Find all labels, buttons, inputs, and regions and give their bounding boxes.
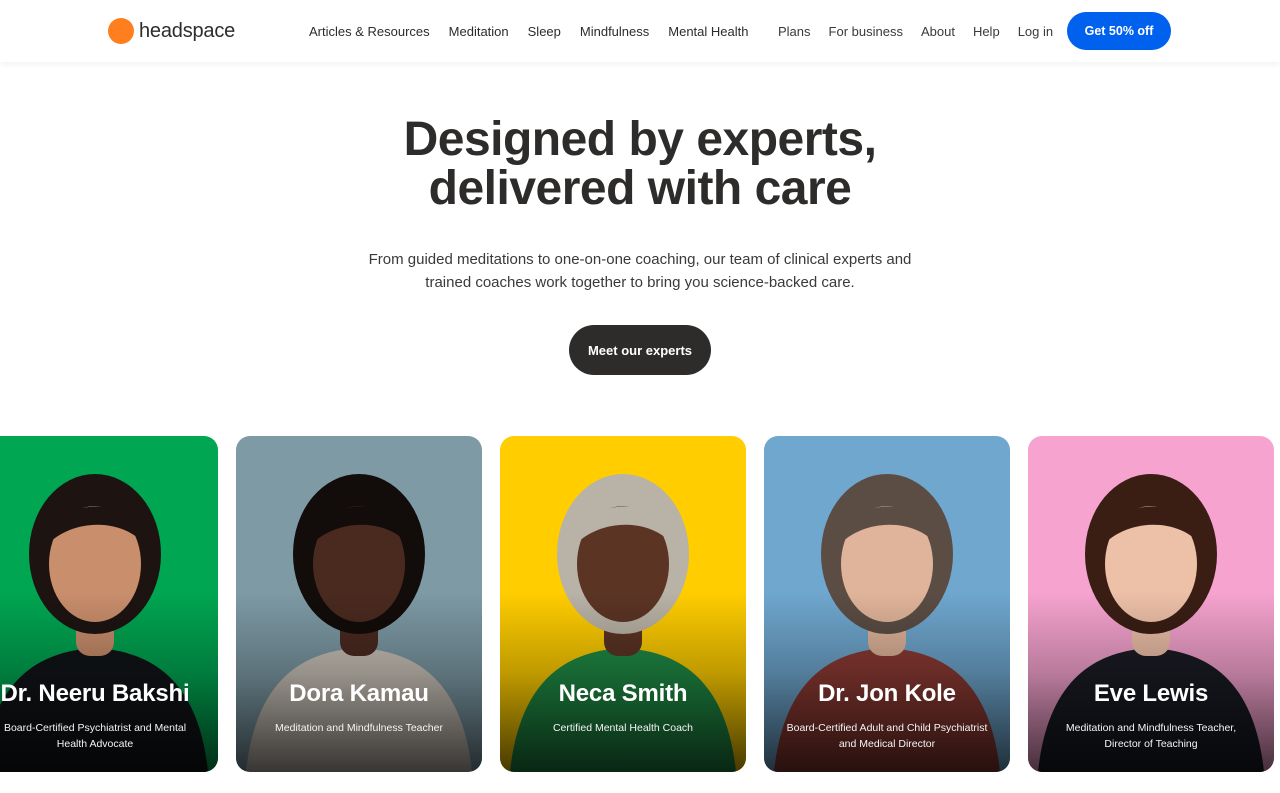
hero-subtitle-line: trained coaches work together to bring y… <box>425 274 855 291</box>
primary-nav: Articles & Resources Meditation Sleep Mi… <box>309 0 767 62</box>
headspace-logo[interactable]: headspace <box>108 18 235 44</box>
expert-card[interactable]: Neca Smith Certified Mental Health Coach <box>500 436 746 772</box>
nav-meditation[interactable]: Meditation <box>449 24 509 39</box>
expert-name: Dr. Neeru Bakshi <box>0 680 190 707</box>
hero-title-line: Designed by experts, <box>403 113 877 166</box>
logo-wordmark: headspace <box>139 19 236 42</box>
expert-name: Eve Lewis <box>1093 680 1209 707</box>
expert-name: Dora Kamau <box>289 680 429 707</box>
expert-role: Board-Certified Psychiatrist and Mental … <box>3 722 187 750</box>
expert-role: Certified Mental Health Coach <box>552 722 694 734</box>
expert-card[interactable]: Dr. Jon Kole Board-Certified Adult and C… <box>764 436 1010 772</box>
expert-card[interactable]: Eve Lewis Meditation and Mindfulness Tea… <box>1028 436 1274 772</box>
hero-title: Designed by experts, delivered with care <box>0 115 1280 213</box>
nav-articles-resources[interactable]: Articles & Resources <box>309 24 430 39</box>
expert-name: Neca Smith <box>558 680 688 707</box>
nav-plans[interactable]: Plans <box>778 24 811 39</box>
expert-role: Meditation and Mindfulness Teacher <box>275 722 443 734</box>
nav-help[interactable]: Help <box>973 24 1000 39</box>
nav-sleep[interactable]: Sleep <box>528 24 561 39</box>
hero-title-line: delivered with care <box>428 162 852 215</box>
expert-card[interactable]: Dr. Neeru Bakshi Board-Certified Psychia… <box>0 436 218 772</box>
nav-log-in[interactable]: Log in <box>1018 24 1053 39</box>
nav-mindfulness[interactable]: Mindfulness <box>580 24 649 39</box>
utility-nav: Plans For business About Help Log in <box>778 0 1071 62</box>
meet-our-experts-button[interactable]: Meet our experts <box>569 325 711 375</box>
hero-subtitle-line: From guided meditations to one-on-one co… <box>368 251 912 268</box>
nav-for-business[interactable]: For business <box>829 24 903 39</box>
expert-card[interactable]: Dora Kamau Meditation and Mindfulness Te… <box>236 436 482 772</box>
logo-dot-icon <box>108 18 134 44</box>
expert-role: Meditation and Mindfulness Teacher, Dire… <box>1065 722 1237 750</box>
get-50-off-button[interactable]: Get 50% off <box>1067 12 1171 50</box>
nav-mental-health[interactable]: Mental Health <box>668 24 748 39</box>
nav-about[interactable]: About <box>921 24 955 39</box>
expert-role: Board-Certified Adult and Child Psychiat… <box>786 722 988 750</box>
expert-name: Dr. Jon Kole <box>818 680 956 707</box>
site-header: headspace Articles & Resources Meditatio… <box>0 0 1280 62</box>
hero-subtitle: From guided meditations to one-on-one co… <box>340 248 940 294</box>
